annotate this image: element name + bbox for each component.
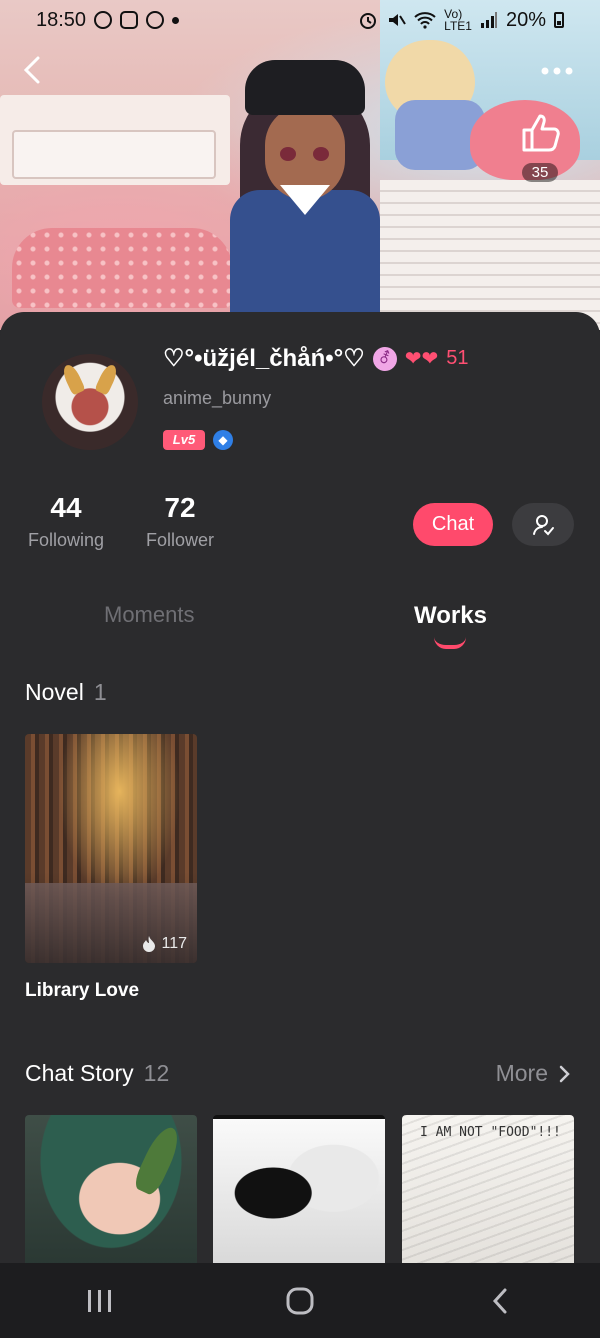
tab-works[interactable]: Works <box>414 602 487 630</box>
mute-icon <box>389 14 407 26</box>
chat-story-section-count: 12 <box>143 1060 170 1086</box>
tab-moments[interactable]: Moments <box>104 602 194 628</box>
follow-user-button[interactable] <box>512 503 574 546</box>
chat-story-thumb[interactable] <box>25 1115 197 1267</box>
chat-story-thumb[interactable]: I AM NOT "FOOD"!!! <box>402 1115 574 1267</box>
alarm-icon <box>360 13 377 29</box>
back-button[interactable] <box>20 55 50 85</box>
hearts-count: 51 <box>446 347 469 369</box>
following-label: Following <box>27 530 105 550</box>
status-time: 18:50 <box>36 8 87 31</box>
like-count: 35 <box>521 163 559 182</box>
profile-card: ♡°•üžjél_čhåń•°♡ ⚦ ❤❤ 51 anime_bunny Lv5… <box>0 312 600 1267</box>
following-stat[interactable]: 44 Following <box>22 492 110 551</box>
chat-button[interactable]: Chat <box>413 503 493 546</box>
banner-shutters <box>380 180 600 330</box>
recent-apps-button[interactable] <box>70 1281 130 1321</box>
flame-icon <box>143 936 156 952</box>
follower-label: Follower <box>145 530 215 550</box>
thumb-caption: I AM NOT "FOOD"!!! <box>420 1125 561 1140</box>
profile-cover-banner <box>0 0 600 330</box>
novel-section-header: Novel 1 <box>25 679 107 706</box>
banner-drawer <box>12 130 216 179</box>
back-nav-button[interactable] <box>470 1281 530 1321</box>
avatar[interactable] <box>42 354 138 450</box>
gender-female-icon: ⚦ <box>372 346 397 371</box>
chevron-left-icon <box>23 56 40 84</box>
chevron-right-icon <box>559 1065 570 1082</box>
system-navigation-bar <box>0 1263 600 1338</box>
status-bar: 18:50 Vo) LTE1 20% <box>0 0 600 40</box>
battery-icon <box>554 12 564 28</box>
follower-stat[interactable]: 72 Follower <box>140 492 220 551</box>
nickname-row: ♡°•üžjél_čhåń•°♡ ⚦ ❤❤ 51 <box>163 344 469 373</box>
username: anime_bunny <box>163 388 272 408</box>
chat-story-section-header: Chat Story 12 <box>25 1060 169 1087</box>
banner-stool <box>12 228 232 308</box>
nickname: ♡°•üžjél_čhåń•°♡ <box>163 345 365 372</box>
like-button[interactable]: 35 <box>512 110 568 186</box>
chat-story-more-link[interactable]: More <box>496 1060 570 1087</box>
chat-story-section-title: Chat Story <box>25 1060 134 1086</box>
chrome-icon <box>146 11 165 29</box>
home-icon <box>286 1287 314 1314</box>
recent-apps-icon <box>88 1289 111 1312</box>
novel-section-title: Novel <box>25 679 84 705</box>
verified-icon: ◆ <box>213 430 233 450</box>
thumbs-up-icon <box>522 114 560 152</box>
chat-story-thumb[interactable] <box>213 1115 385 1267</box>
follower-count: 72 <box>164 492 196 523</box>
novel-title[interactable]: Library Love <box>25 980 139 1002</box>
network-label: Vo) LTE1 <box>444 7 472 33</box>
back-icon <box>492 1288 507 1313</box>
following-count: 44 <box>50 492 82 523</box>
novel-cover[interactable]: 117 <box>25 734 197 963</box>
wifi-icon <box>414 12 436 29</box>
novel-views: 117 <box>141 935 187 953</box>
more-dots-icon <box>541 67 573 75</box>
novel-section-count: 1 <box>93 679 107 705</box>
more-options-button[interactable] <box>540 52 574 83</box>
active-tab-indicator <box>434 637 466 649</box>
level-badge: Lv5 <box>163 430 205 450</box>
battery-percent: 20% <box>505 8 546 31</box>
hearts-icon: ❤❤ <box>404 348 439 370</box>
banner-character <box>225 55 385 330</box>
notification-dot-icon <box>172 16 180 24</box>
chrome-icon <box>94 11 113 29</box>
signal-icon <box>480 12 497 28</box>
instagram-icon <box>120 11 139 29</box>
more-label: More <box>495 1060 548 1086</box>
home-button[interactable] <box>270 1281 330 1321</box>
novel-view-count: 117 <box>161 935 187 952</box>
user-follow-icon <box>533 514 554 535</box>
